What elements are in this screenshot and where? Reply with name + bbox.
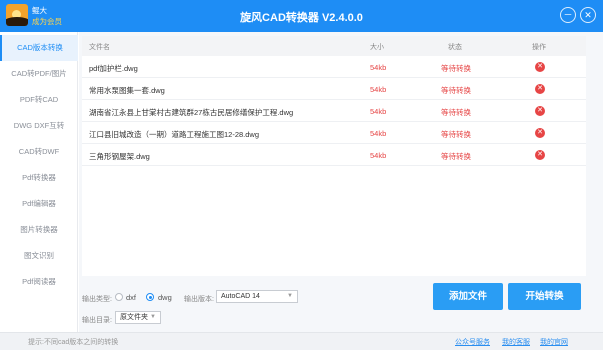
table-row[interactable]: 常用水泵图集一套.dwg 54kb 等待转换 ✕ xyxy=(82,78,586,100)
file-size: 54kb xyxy=(370,85,387,94)
file-size: 54kb xyxy=(370,107,387,116)
sidebar-item-ocr[interactable]: 图文识别 xyxy=(0,243,78,269)
delete-icon[interactable]: ✕ xyxy=(535,128,545,138)
sidebar-item-cad-to-pdf[interactable]: CAD转PDF/图片 xyxy=(0,61,78,87)
file-status: 等待转换 xyxy=(441,130,471,139)
file-list: 文件名 大小 状态 操作 pdf加护栏.dwg 54kb 等待转换 ✕ 常用水泵… xyxy=(82,36,586,276)
header-action: 操作 xyxy=(532,44,546,51)
delete-icon[interactable]: ✕ xyxy=(535,106,545,116)
file-name: 湖南省江永县上甘棠村古建筑群27栋古民居修缮保护工程.dwg xyxy=(89,108,294,117)
file-name: pdf加护栏.dwg xyxy=(89,64,138,73)
delete-icon[interactable]: ✕ xyxy=(535,62,545,72)
dxf-radio[interactable] xyxy=(115,293,123,301)
close-button[interactable]: ✕ xyxy=(580,7,596,23)
file-name: 江口县旧城改造（一期）道路工程施工图12-28.dwg xyxy=(89,130,260,139)
file-status: 等待转换 xyxy=(441,108,471,117)
table-row[interactable]: 三角形钢屋架.dwg 54kb 等待转换 ✕ xyxy=(82,144,586,166)
sidebar-item-dwg-dxf[interactable]: DWG DXF互转 xyxy=(0,113,78,139)
dwg-radio[interactable] xyxy=(146,293,154,301)
status-bar: 提示:不同cad版本之间的转换 公众号服务 我的客服 我的官网 xyxy=(0,332,603,350)
file-size: 54kb xyxy=(370,129,387,138)
delete-icon[interactable]: ✕ xyxy=(535,84,545,94)
chevron-down-icon: ▼ xyxy=(150,314,156,320)
minimize-button[interactable]: － xyxy=(560,7,576,23)
output-type-label: 输出类型: xyxy=(82,296,112,303)
sidebar: CAD版本转换 CAD转PDF/图片 PDF转CAD DWG DXF互转 CAD… xyxy=(0,32,78,340)
table-row[interactable]: pdf加护栏.dwg 54kb 等待转换 ✕ xyxy=(82,56,586,78)
version-select[interactable]: AutoCAD 14 ▼ xyxy=(216,290,298,303)
sidebar-item-cad-to-dwf[interactable]: CAD转DWF xyxy=(0,139,78,165)
sidebar-item-pdf-editor[interactable]: Pdf编辑器 xyxy=(0,191,78,217)
customer-service-link[interactable]: 我的客服 xyxy=(502,337,530,347)
header-status: 状态 xyxy=(448,44,462,51)
version-value: AutoCAD 14 xyxy=(221,293,260,300)
app-title: 旋风CAD转换器 V2.4.0.0 xyxy=(240,12,363,24)
chevron-down-icon: ▼ xyxy=(287,293,293,299)
output-dir-value: 原文件夹 xyxy=(120,314,148,321)
sidebar-item-pdf-to-cad[interactable]: PDF转CAD xyxy=(0,87,78,113)
output-dir-label: 输出目录: xyxy=(82,317,112,324)
sidebar-item-image-converter[interactable]: 图片转换器 xyxy=(0,217,78,243)
sidebar-item-pdf-reader[interactable]: Pdf阅读器 xyxy=(0,269,78,295)
dwg-option-label[interactable]: dwg xyxy=(158,293,172,302)
file-name: 三角形钢屋架.dwg xyxy=(89,152,150,161)
table-row[interactable]: 湖南省江永县上甘棠村古建筑群27栋古民居修缮保护工程.dwg 54kb 等待转换… xyxy=(82,100,586,122)
output-dir-select[interactable]: 原文件夹 ▼ xyxy=(115,311,161,324)
file-name: 常用水泵图集一套.dwg xyxy=(89,86,165,95)
add-file-button[interactable]: 添加文件 xyxy=(433,283,503,310)
official-site-link[interactable]: 我的官网 xyxy=(540,337,568,347)
sidebar-item-pdf-converter[interactable]: Pdf转换器 xyxy=(0,165,78,191)
file-status: 等待转换 xyxy=(441,64,471,73)
file-status: 等待转换 xyxy=(441,86,471,95)
status-tip: 提示:不同cad版本之间的转换 xyxy=(28,339,119,346)
table-header: 文件名 大小 状态 操作 xyxy=(82,36,586,56)
header-size: 大小 xyxy=(370,44,384,51)
sidebar-item-cad-version[interactable]: CAD版本转换 xyxy=(0,35,78,61)
file-size: 54kb xyxy=(370,63,387,72)
file-status: 等待转换 xyxy=(441,152,471,161)
wechat-service-link[interactable]: 公众号服务 xyxy=(455,337,490,347)
delete-icon[interactable]: ✕ xyxy=(535,150,545,160)
title-bar: 鲲大 成为会员 旋风CAD转换器 V2.4.0.0 － ✕ xyxy=(0,0,603,32)
header-filename: 文件名 xyxy=(89,44,110,51)
file-size: 54kb xyxy=(370,151,387,160)
start-convert-button[interactable]: 开始转换 xyxy=(508,283,581,310)
output-version-label: 输出版本: xyxy=(184,296,214,303)
table-row[interactable]: 江口县旧城改造（一期）道路工程施工图12-28.dwg 54kb 等待转换 ✕ xyxy=(82,122,586,144)
dxf-option-label[interactable]: dxf xyxy=(126,293,136,302)
main-area: 文件名 大小 状态 操作 pdf加护栏.dwg 54kb 等待转换 ✕ 常用水泵… xyxy=(79,32,603,340)
